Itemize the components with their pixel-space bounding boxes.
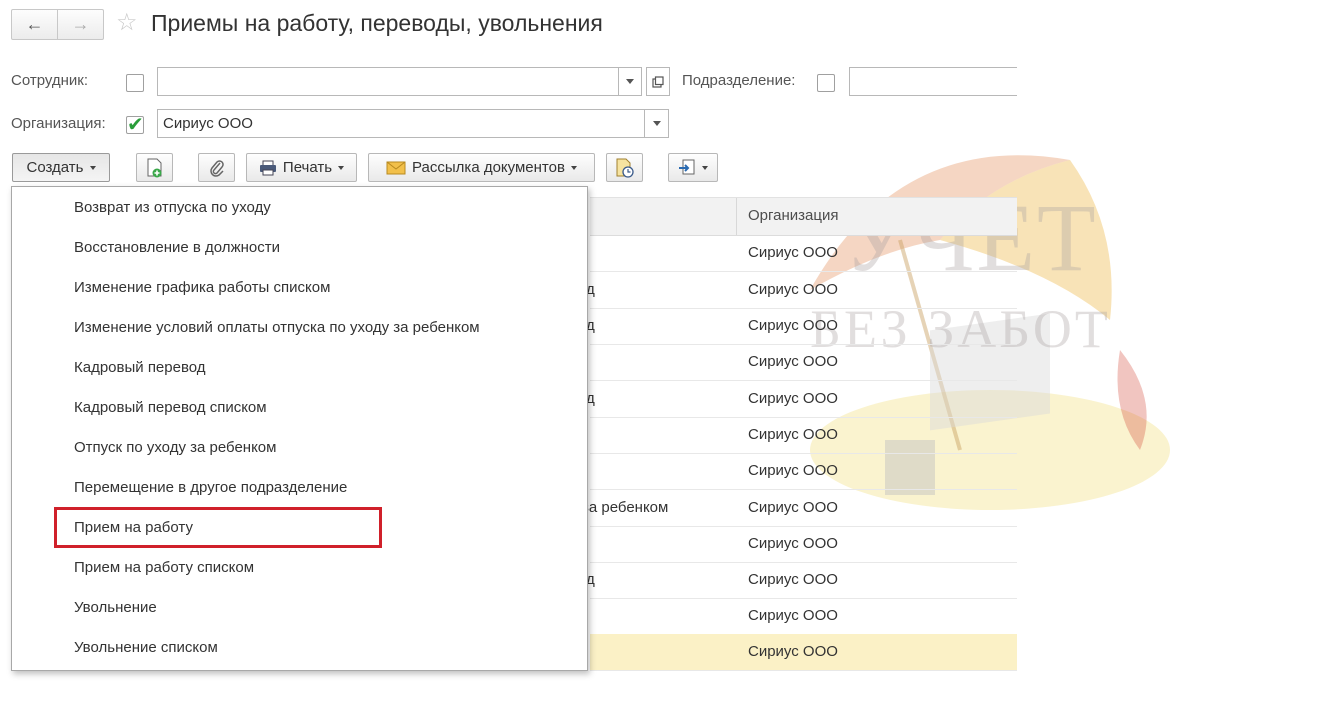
- department-field-value: [850, 73, 855, 90]
- table-row[interactable]: уСириус ООО: [578, 598, 1017, 635]
- table-cell-organization: Сириус ООО: [748, 571, 838, 588]
- table-row[interactable]: уСириус ООО: [578, 417, 1017, 454]
- create-button-label: Создать: [26, 159, 84, 176]
- employee-label: Сотрудник:: [11, 72, 89, 89]
- menu-item-reinstatement[interactable]: Восстановление в должности: [74, 239, 280, 256]
- column-separator: [736, 198, 737, 235]
- column-header-organization[interactable]: Организация: [748, 207, 838, 224]
- menu-item-parental-leave[interactable]: Отпуск по уходу за ребенком: [74, 439, 276, 456]
- report-button[interactable]: [606, 153, 643, 182]
- back-button[interactable]: ←: [12, 10, 57, 39]
- chevron-down-icon: [89, 165, 96, 170]
- paperclip-icon: [209, 159, 224, 177]
- print-button-label: Печать: [282, 159, 333, 176]
- table-cell-organization: Сириус ООО: [748, 643, 838, 660]
- table-cell-organization: Сириус ООО: [748, 607, 838, 624]
- table-row[interactable]: уСириус ООО: [578, 453, 1017, 490]
- menu-item-hiring-list[interactable]: Прием на работу списком: [74, 559, 254, 576]
- organization-field-value: Сириус ООО: [163, 115, 253, 132]
- print-button[interactable]: Печать: [246, 153, 357, 182]
- table-cell-organization: Сириус ООО: [748, 535, 838, 552]
- table-cell-organization: Сириус ООО: [748, 426, 838, 443]
- table-cell-organization: Сириус ООО: [748, 317, 838, 334]
- table-row[interactable]: за ребенком Сириус ООО: [582, 490, 1017, 527]
- chevron-down-icon: [338, 165, 345, 170]
- table-row[interactable]: одСириус ООО: [578, 562, 1017, 599]
- employee-field[interactable]: [157, 67, 619, 96]
- table-row[interactable]: уСириус ООО: [578, 344, 1017, 381]
- star-icon[interactable]: ☆: [116, 11, 138, 35]
- table-cell-organization: Сириус ООО: [748, 353, 838, 370]
- page-title: Приемы на работу, переводы, увольнения: [151, 10, 603, 36]
- menu-item-dismissal[interactable]: Увольнение: [74, 599, 157, 616]
- organization-filter-checkbox[interactable]: ✔: [126, 114, 144, 136]
- table-cell: за ребенком: [582, 499, 669, 516]
- arrow-left-icon: ←: [25, 14, 44, 34]
- chevron-down-icon: [626, 79, 634, 84]
- department-label: Подразделение:: [682, 72, 796, 89]
- table-cell-organization: Сириус ООО: [748, 499, 838, 516]
- table-header: Организация: [590, 197, 1017, 236]
- attach-button[interactable]: [198, 153, 235, 182]
- mailing-button[interactable]: Рассылка документов: [368, 153, 595, 182]
- table-row[interactable]: одСириус ООО: [578, 381, 1017, 418]
- table-row-selected[interactable]: Сириус ООО: [590, 634, 1017, 671]
- employee-field-value: [158, 73, 163, 90]
- create-dropdown-menu: Возврат из отпуска по уходу Восстановлен…: [11, 186, 588, 671]
- mailing-button-label: Рассылка документов: [412, 159, 565, 176]
- organization-dropdown-button[interactable]: [644, 109, 669, 138]
- menu-item-transfer[interactable]: Кадровый перевод: [74, 359, 206, 376]
- menu-item-dismissal-list[interactable]: Увольнение списком: [74, 639, 218, 656]
- printer-icon: [259, 160, 276, 175]
- table-row[interactable]: одСириус ООО: [578, 308, 1017, 345]
- chevron-down-icon: [652, 121, 661, 126]
- chevron-down-icon: [570, 165, 577, 170]
- table-cell-organization: Сириус ООО: [748, 244, 838, 261]
- organization-label: Организация:: [11, 115, 106, 132]
- table-cell-organization: Сириус ООО: [748, 281, 838, 298]
- menu-item-return-from-leave[interactable]: Возврат из отпуска по уходу: [74, 199, 271, 216]
- checkmark-icon: ✔: [127, 114, 144, 136]
- exchange-button[interactable]: [668, 153, 718, 182]
- table-cell-organization: Сириус ООО: [748, 462, 838, 479]
- menu-item-schedule-change-list[interactable]: Изменение графика работы списком: [74, 279, 330, 296]
- add-document-button[interactable]: [136, 153, 173, 182]
- arrow-right-icon: →: [71, 14, 90, 34]
- open-window-icon: [652, 75, 664, 88]
- documents-table: Организация уСириус ООО одСириус ООО одС…: [578, 197, 1017, 682]
- table-row[interactable]: уСириус ООО: [578, 235, 1017, 272]
- employee-filter-checkbox[interactable]: [126, 74, 144, 92]
- navigation-buttons: ← →: [11, 9, 104, 40]
- new-document-icon: [147, 158, 161, 177]
- table-cell-organization: Сириус ООО: [748, 390, 838, 407]
- employee-dropdown-button[interactable]: [618, 67, 642, 96]
- envelope-icon: [386, 161, 406, 174]
- department-filter-checkbox[interactable]: [817, 74, 835, 92]
- employee-open-button[interactable]: [646, 67, 670, 96]
- table-row[interactable]: одСириус ООО: [578, 272, 1017, 309]
- create-button[interactable]: Создать: [12, 153, 110, 182]
- menu-item-department-move[interactable]: Перемещение в другое подразделение: [74, 479, 347, 496]
- organization-field[interactable]: Сириус ООО: [157, 109, 645, 138]
- chevron-down-icon: [702, 165, 708, 170]
- department-field[interactable]: [849, 67, 1017, 96]
- document-clock-icon: [616, 158, 634, 178]
- document-arrow-icon: [679, 159, 695, 174]
- table-row[interactable]: Сириус ООО: [590, 526, 1017, 563]
- forward-button[interactable]: →: [57, 10, 103, 39]
- menu-item-transfer-list[interactable]: Кадровый перевод списком: [74, 399, 267, 416]
- menu-item-leave-payment-change[interactable]: Изменение условий оплаты отпуска по уход…: [74, 319, 480, 336]
- highlight-annotation-box: [54, 507, 382, 548]
